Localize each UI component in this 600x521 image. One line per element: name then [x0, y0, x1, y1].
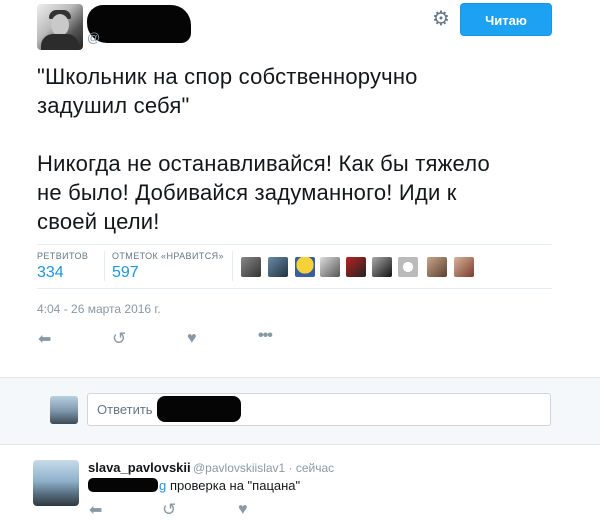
retweet-icon[interactable]: ↺	[162, 501, 176, 518]
liker-avatar[interactable]	[427, 257, 447, 277]
reply-mention-tail[interactable]: g	[159, 478, 166, 493]
likes-label: ОТМЕТОК «НРАВИТСЯ»	[112, 251, 224, 261]
redacted-mention	[157, 396, 241, 422]
more-icon[interactable]: •••	[258, 328, 273, 344]
like-icon[interactable]: ♥	[238, 502, 248, 518]
reply-icon[interactable]: ⬅	[89, 503, 102, 519]
liker-avatar[interactable]	[320, 257, 340, 277]
retweet-icon[interactable]: ↺	[112, 330, 126, 347]
gear-icon[interactable]: ⚙	[431, 9, 451, 29]
liker-avatar[interactable]	[268, 257, 288, 277]
like-icon[interactable]: ♥	[187, 331, 197, 347]
tweet-timestamp[interactable]: 4:04 - 26 марта 2016 г.	[37, 302, 161, 316]
reply-tweet-text: проверка на "пацана"	[170, 478, 301, 493]
reply-author-handle[interactable]: @pavlovskiislav1 · сейчас	[193, 461, 334, 475]
reply-placeholder: Ответить	[97, 402, 153, 417]
reply-author-name[interactable]: slava_pavlovskii	[88, 460, 191, 475]
liker-avatar[interactable]	[372, 257, 392, 277]
liker-avatar[interactable]	[346, 257, 366, 277]
stats-divider-top	[37, 244, 552, 245]
stat-separator	[104, 251, 105, 281]
retweets-label: РЕТВИТОВ	[37, 251, 89, 261]
current-user-avatar	[50, 396, 78, 424]
liker-avatar[interactable]	[398, 257, 418, 277]
liker-avatar[interactable]	[295, 257, 315, 277]
reply-author-avatar[interactable]	[33, 460, 79, 506]
author-handle[interactable]: @	[87, 30, 100, 45]
liker-avatar[interactable]	[241, 257, 261, 277]
likes-stat[interactable]: ОТМЕТОК «НРАВИТСЯ» 597	[112, 251, 224, 282]
liker-avatar[interactable]	[454, 257, 474, 277]
tweet-text: "Школьник на спор собственноручно задуши…	[37, 64, 490, 234]
retweets-stat[interactable]: РЕТВИТОВ 334	[37, 251, 88, 282]
author-avatar[interactable]	[37, 4, 83, 50]
redacted-mention	[88, 478, 158, 492]
redacted-author-name	[87, 5, 191, 43]
retweets-count: 334	[37, 264, 64, 281]
reply-icon[interactable]: ⬅	[38, 332, 51, 348]
likes-count: 597	[112, 264, 139, 281]
stats-divider-bottom	[37, 288, 552, 289]
follow-button[interactable]: Читаю	[460, 3, 552, 36]
stat-separator	[232, 251, 233, 281]
